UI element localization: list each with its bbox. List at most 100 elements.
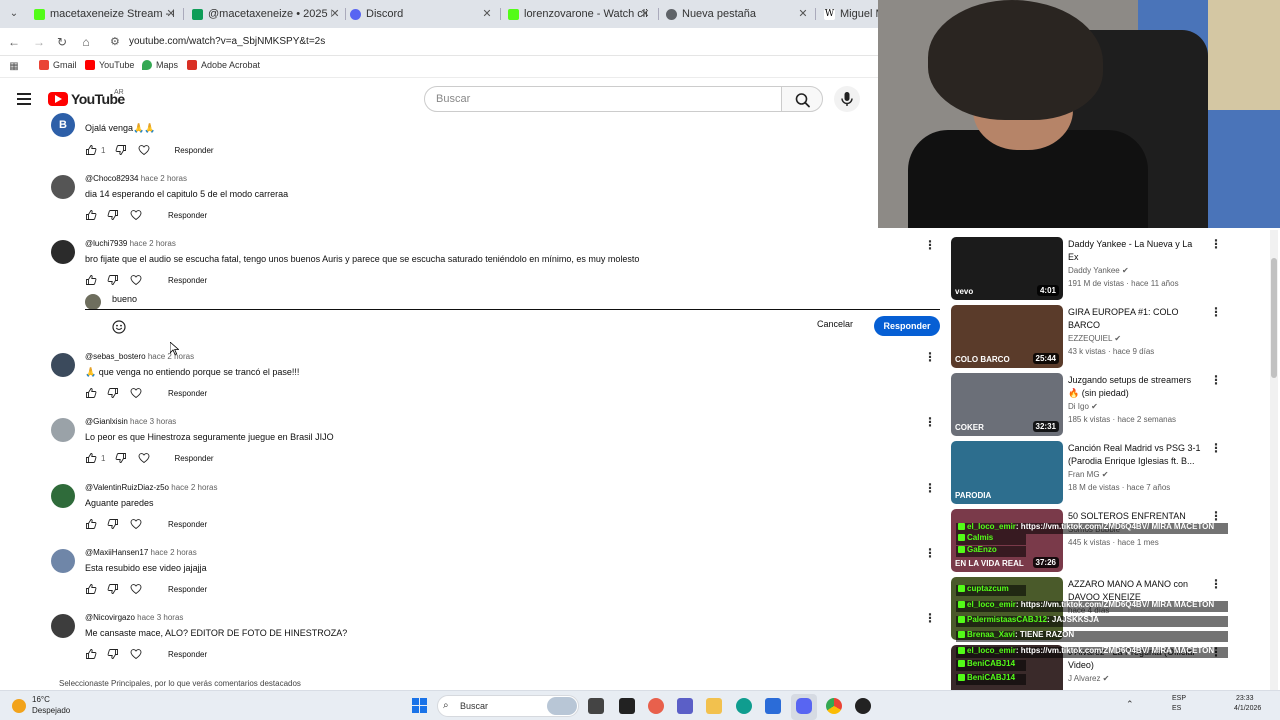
related-video[interactable]: PARODIA Canción Real Madrid vs PSG 3-1 (P… [951, 441, 1231, 505]
video-title[interactable]: Canción Real Madrid vs PSG 3-1 (Parodia … [1068, 442, 1202, 468]
thumbs-up-icon[interactable] [85, 452, 97, 464]
close-icon[interactable]: ✕ [480, 7, 494, 20]
related-video[interactable]: vevo 4:01 Daddy Yankee - La Nueva y La Ex D… [951, 237, 1231, 301]
heart-icon[interactable] [130, 583, 142, 595]
task-view-icon[interactable] [588, 698, 604, 714]
more-options-icon[interactable]: ⋮ [924, 416, 936, 428]
tab-kick-stream[interactable]: macetaxeneize Stream - Kick D ✕ [30, 4, 180, 24]
comment-time[interactable]: hace 2 horas [141, 174, 187, 183]
bookmark-acrobat[interactable]: Adobe Acrobat [187, 60, 260, 70]
comment-time[interactable]: hace 2 horas [171, 483, 217, 492]
avatar[interactable] [51, 484, 75, 508]
close-icon[interactable]: ✕ [638, 7, 652, 20]
thumbs-up-icon[interactable] [85, 387, 97, 399]
thumbs-down-icon[interactable] [107, 518, 119, 530]
thumbs-up-icon[interactable] [85, 274, 97, 286]
url-input[interactable]: youtube.com/watch?v=a_SbjNMKSPY&t=2s [129, 36, 325, 47]
heart-icon[interactable] [130, 209, 142, 221]
file-explorer-icon[interactable] [706, 698, 722, 714]
more-options-icon[interactable]: ⋮ [1210, 373, 1222, 387]
capcut-icon[interactable] [619, 698, 635, 714]
reply-button[interactable]: Responder [168, 276, 207, 285]
youtube-logo-icon[interactable] [48, 92, 68, 106]
channel-name[interactable]: Daddy Yankee ✔ [1068, 266, 1129, 275]
video-thumbnail[interactable]: PARODIA [951, 441, 1063, 504]
menu-icon[interactable] [17, 93, 31, 105]
search-button[interactable] [781, 86, 823, 112]
tab-discord[interactable]: Discord ✕ [346, 4, 496, 24]
voice-search-button[interactable] [834, 86, 860, 112]
thumbs-down-icon[interactable] [107, 274, 119, 286]
comment-author[interactable]: @MaxiiHansen17 [85, 548, 148, 557]
tab-search-icon[interactable]: ⌄ [6, 6, 22, 22]
channel-name[interactable]: Fran MG ✔ [1068, 470, 1108, 479]
avatar[interactable] [51, 240, 75, 264]
reply-button[interactable]: Responder [168, 650, 207, 659]
close-icon[interactable]: ✕ [328, 7, 342, 20]
cancel-button[interactable]: Cancelar [817, 319, 853, 329]
chevron-up-icon[interactable]: ⌃ [1126, 699, 1134, 710]
more-options-icon[interactable]: ⋮ [924, 238, 936, 252]
comment-time[interactable]: hace 2 horas [151, 548, 197, 557]
thumbs-down-icon[interactable] [115, 144, 127, 156]
heart-icon[interactable] [130, 274, 142, 286]
thumbs-up-icon[interactable] [85, 583, 97, 595]
chrome-icon[interactable] [826, 698, 842, 714]
search-input[interactable]: Buscar [424, 86, 782, 112]
reply-button[interactable]: Responder [168, 389, 207, 398]
comment-author[interactable]: @sebas_bostero [85, 352, 146, 361]
bookmark-youtube[interactable]: YouTube [85, 60, 134, 70]
avatar[interactable] [51, 549, 75, 573]
thumbs-up-icon[interactable] [85, 518, 97, 530]
video-thumbnail[interactable]: COLO BARCO 25:44 [951, 305, 1063, 368]
emoji-icon[interactable] [112, 320, 126, 334]
comment-author[interactable]: @Nicovirgazo [85, 613, 135, 622]
thumbs-down-icon[interactable] [107, 209, 119, 221]
video-thumbnail[interactable]: vevo 4:01 [951, 237, 1063, 300]
avatar[interactable] [51, 614, 75, 638]
close-icon[interactable]: ✕ [796, 7, 810, 20]
comment-author[interactable]: @Gianlxisin [85, 417, 128, 426]
back-icon[interactable]: ← [6, 34, 22, 50]
keyboard-language[interactable]: ESP [1172, 695, 1186, 702]
heart-icon[interactable] [130, 648, 142, 660]
more-options-icon[interactable]: ⋮ [1210, 305, 1222, 319]
video-thumbnail[interactable]: COKER 32:31 [951, 373, 1063, 436]
tab-new[interactable]: Nueva pestaña ✕ [662, 4, 812, 24]
reply-button[interactable]: Responder [168, 211, 207, 220]
reply-button[interactable]: Responder [174, 454, 213, 463]
tab-kick-clips[interactable]: lorenzovarone - Watch clips on ✕ [504, 4, 654, 24]
close-icon[interactable]: ✕ [164, 7, 178, 20]
avatar[interactable]: B [51, 113, 75, 137]
store-icon[interactable] [765, 698, 781, 714]
heart-icon[interactable] [138, 144, 150, 156]
tab-wikipedia[interactable]: W Miguel Me [820, 4, 878, 24]
tab-kick-wrapped[interactable]: @macetaxeneize • 2025 KICK W ✕ [188, 4, 344, 24]
bookmark-gmail[interactable]: Gmail [39, 60, 77, 70]
submit-reply-button[interactable]: Responder [874, 316, 940, 336]
thumbs-up-icon[interactable] [85, 209, 97, 221]
weather-icon[interactable] [12, 699, 26, 713]
reply-button[interactable]: Responder [168, 585, 207, 594]
video-title[interactable]: Juzgando setups de streamers 🔥 (sin pied… [1068, 374, 1202, 400]
reply-button[interactable]: Responder [168, 520, 207, 529]
home-icon[interactable]: ⌂ [78, 34, 94, 50]
video-title[interactable]: GIRA EUROPEA #1: COLO BARCO [1068, 306, 1202, 332]
more-options-icon[interactable]: ⋮ [924, 482, 936, 494]
heart-icon[interactable] [138, 452, 150, 464]
more-options-icon[interactable]: ⋮ [1210, 237, 1222, 251]
more-options-icon[interactable]: ⋮ [924, 547, 936, 559]
apps-grid-icon[interactable]: ▦ [6, 59, 22, 75]
site-info-icon[interactable]: ⚙ [110, 35, 120, 48]
reply-input[interactable]: bueno [112, 294, 137, 304]
forward-icon[interactable]: → [31, 34, 47, 50]
comment-author[interactable]: @luchi7939 [85, 239, 127, 248]
heart-icon[interactable] [130, 518, 142, 530]
related-video[interactable]: COLO BARCO 25:44 GIRA EUROPEA #1: COLO BAR… [951, 305, 1231, 369]
comment-time[interactable]: hace 3 horas [137, 613, 183, 622]
channel-name[interactable]: EZZEQUIEL ✔ [1068, 334, 1121, 343]
related-video[interactable]: COKER 32:31 Juzgando setups de streamers 🔥… [951, 373, 1231, 437]
bookmark-maps[interactable]: Maps [142, 60, 178, 70]
video-title[interactable]: Daddy Yankee - La Nueva y La Ex [1068, 238, 1202, 264]
teams-icon[interactable] [677, 698, 693, 714]
